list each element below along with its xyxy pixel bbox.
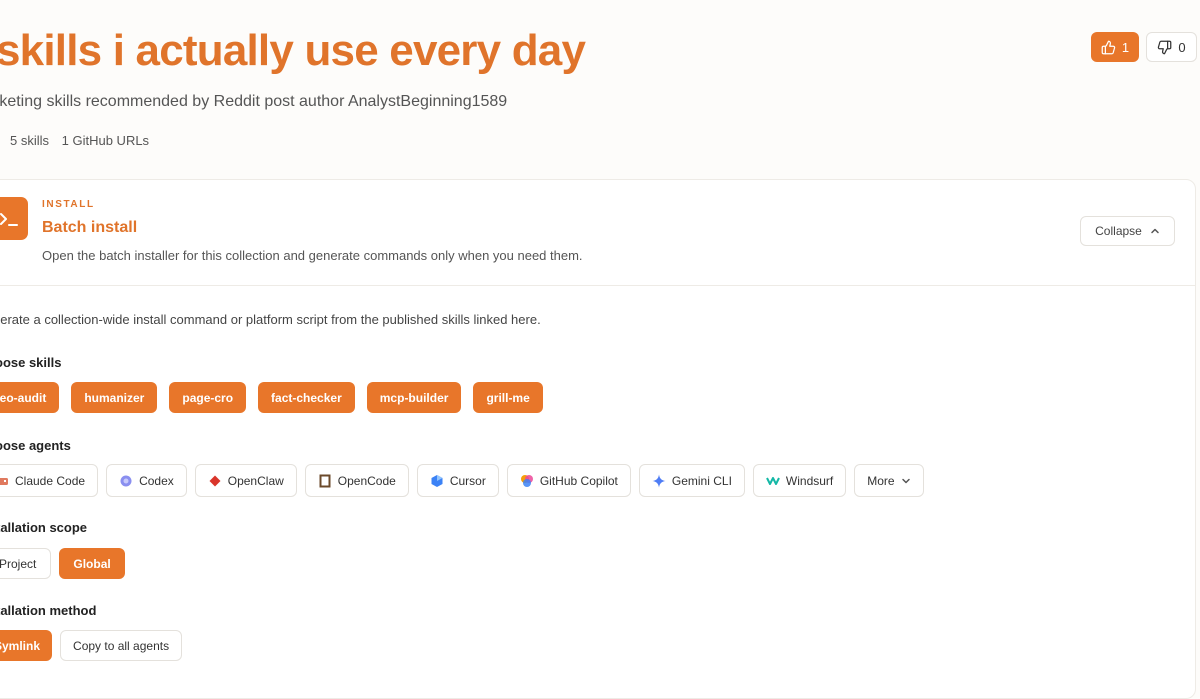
batch-install-intro: nerate a collection-wide install command… xyxy=(0,312,541,327)
agent-label: OpenClaw xyxy=(227,473,284,488)
codex-icon xyxy=(120,475,132,486)
cursor-icon xyxy=(431,474,443,487)
openclaw-icon xyxy=(209,475,221,486)
claude-code-icon xyxy=(0,477,8,485)
skill-chip-humanizer[interactable]: humanizer xyxy=(71,382,158,413)
choose-agents-label: oose agents xyxy=(0,438,71,453)
agent-label: Claude Code xyxy=(15,473,86,488)
skill-chip-grill-me[interactable]: grill-me xyxy=(473,382,543,413)
agent-claude-code[interactable]: Claude Code xyxy=(0,464,99,497)
agent-label: Cursor xyxy=(449,473,486,488)
skill-chip-page-cro[interactable]: page-cro xyxy=(169,382,247,413)
choose-skills-label: oose skills xyxy=(0,355,62,370)
skill-chip-fact-checker[interactable]: fact-checker xyxy=(258,382,355,413)
batch-install-header xyxy=(0,180,1195,286)
gemini-cli-icon xyxy=(652,474,666,487)
method-options: Symlink Copy to all agents xyxy=(0,630,190,661)
agent-github-copilot[interactable]: GitHub Copilot xyxy=(506,464,631,497)
upvote-count: 1 xyxy=(1121,39,1130,55)
downvote-button[interactable]: 0 xyxy=(1146,32,1197,62)
page-title: skills i actually use every day xyxy=(0,26,586,75)
install-section-label: INSTALL xyxy=(42,199,95,210)
more-agents-button[interactable]: More xyxy=(854,464,924,497)
page-subtitle: rketing skills recommended by Reddit pos… xyxy=(0,93,508,110)
agent-label: OpenCode xyxy=(337,473,396,488)
thumbs-down-icon xyxy=(1158,40,1172,54)
skill-chips: seo-audit humanizer page-cro fact-checke… xyxy=(0,382,555,413)
batch-install-description: Open the batch installer for this collec… xyxy=(42,248,583,263)
method-copy-button[interactable]: Copy to all agents xyxy=(60,630,183,661)
collapse-button[interactable]: Collapse xyxy=(1080,216,1175,246)
method-symlink-button[interactable]: Symlink xyxy=(0,630,53,661)
terminal-icon xyxy=(0,197,28,240)
skills-count: 5 skills xyxy=(10,133,50,148)
agent-label: Windsurf xyxy=(785,473,834,488)
agent-label: GitHub Copilot xyxy=(539,473,618,488)
agent-opencode[interactable]: OpenCode xyxy=(304,464,409,497)
agent-label: Codex xyxy=(139,473,174,488)
upvote-button[interactable]: 1 xyxy=(1091,32,1139,62)
agent-label: Gemini CLI xyxy=(671,473,732,488)
windsurf-icon xyxy=(766,476,780,485)
skill-chip-seo-audit[interactable]: seo-audit xyxy=(0,382,60,413)
chevron-up-icon xyxy=(1151,228,1159,234)
agent-options: Claude Code Codex OpenClaw OpenCode Curs… xyxy=(0,464,932,497)
installation-method-label: tallation method xyxy=(0,603,97,618)
downvote-count: 0 xyxy=(1178,39,1186,55)
opencode-icon xyxy=(319,474,331,487)
installation-scope-label: tallation scope xyxy=(0,520,88,535)
github-copilot-icon xyxy=(520,474,533,487)
scope-project-button[interactable]: Project xyxy=(0,548,52,579)
more-label: More xyxy=(867,473,895,488)
batch-install-title: Batch install xyxy=(42,219,138,236)
github-urls-count: 1 GitHub URLs xyxy=(61,133,150,148)
skill-chip-mcp-builder[interactable]: mcp-builder xyxy=(366,382,462,413)
scope-options: Project Global xyxy=(0,548,133,579)
thumbs-up-icon xyxy=(1101,40,1116,54)
chevron-down-icon xyxy=(901,478,910,483)
agent-openclaw[interactable]: OpenClaw xyxy=(194,464,297,497)
collapse-label: Collapse xyxy=(1095,224,1142,238)
agent-cursor[interactable]: Cursor xyxy=(416,464,499,497)
scope-global-button[interactable]: Global xyxy=(59,548,125,579)
agent-gemini-cli[interactable]: Gemini CLI xyxy=(638,464,745,497)
agent-windsurf[interactable]: Windsurf xyxy=(752,464,847,497)
collection-meta: 5 skills 1 GitHub URLs xyxy=(10,133,158,148)
agent-codex[interactable]: Codex xyxy=(106,464,187,497)
